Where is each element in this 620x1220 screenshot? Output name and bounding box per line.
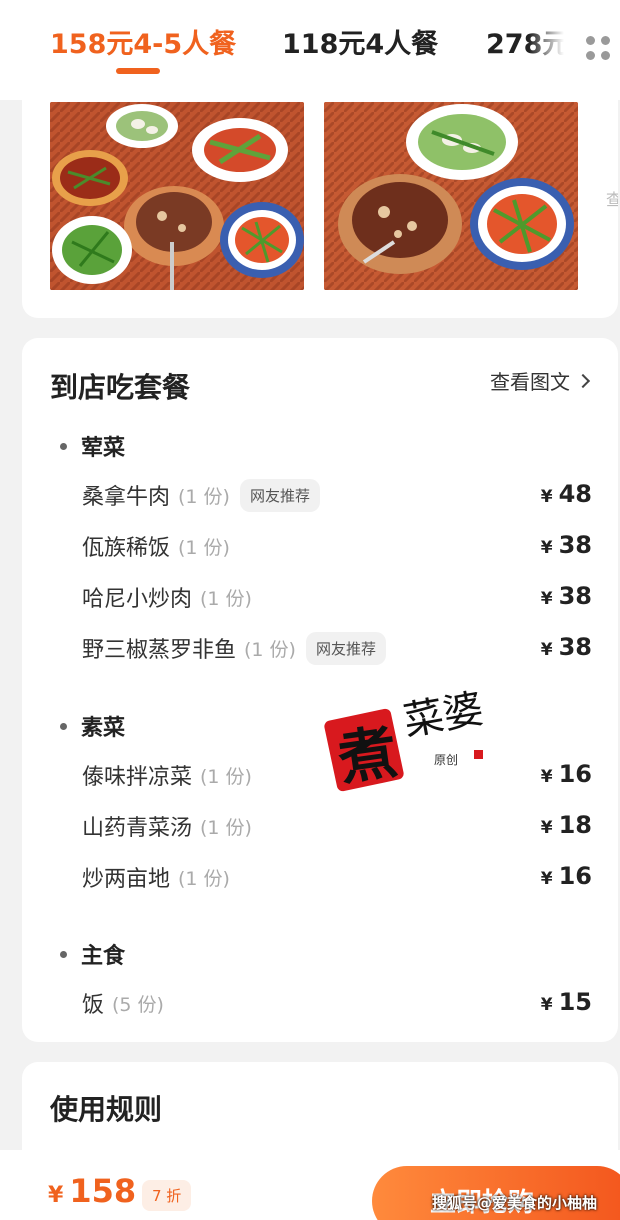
- price-value: 38: [558, 633, 592, 661]
- dish-name: 傣味拌凉菜: [82, 765, 193, 790]
- dish-qty: (1 份): [178, 867, 230, 890]
- dish-qty: (1 份): [200, 587, 252, 610]
- dish-price: ¥38: [541, 531, 592, 559]
- currency-symbol: ¥: [48, 1183, 64, 1208]
- menu-item: 桑拿牛肉 (1 份) 网友推荐 ¥48: [82, 476, 592, 514]
- dish-qty: (1 份): [178, 536, 230, 559]
- svg-text:原创: 原创: [434, 753, 458, 767]
- dish-qty: (1 份): [200, 765, 252, 788]
- more-peek-text: 查: [606, 190, 618, 209]
- section-title: 荤菜: [81, 436, 126, 461]
- chevron-right-icon: [575, 373, 591, 388]
- view-details-link[interactable]: 查看图文: [490, 366, 591, 395]
- section-staple: 主食: [60, 938, 125, 970]
- currency-symbol: ¥: [540, 538, 553, 558]
- dish-price: ¥18: [541, 811, 592, 839]
- menu-item: 饭 (5 份) ¥15: [82, 984, 592, 1022]
- bullet-dot: [60, 950, 67, 958]
- dish-price: ¥15: [541, 988, 592, 1016]
- menu-item: 佤族稀饭 (1 份) ¥38: [82, 527, 592, 565]
- recommend-badge: 网友推荐: [305, 631, 386, 665]
- menu-item: 炒两亩地 (1 份) ¥16: [82, 858, 592, 896]
- svg-text:菜婆: 菜婆: [400, 686, 487, 745]
- price-value: 48: [558, 480, 592, 508]
- price-value: 15: [558, 988, 592, 1016]
- currency-symbol: ¥: [540, 640, 553, 660]
- active-tab-indicator: [116, 68, 160, 74]
- currency-symbol: ¥: [540, 487, 553, 507]
- dish-name: 山药青菜汤: [82, 816, 193, 841]
- section-title: 主食: [81, 944, 126, 969]
- dish-name: 佤族稀饭: [82, 536, 171, 561]
- dish-qty: (5 份): [112, 993, 164, 1016]
- dish-price: ¥16: [541, 760, 592, 788]
- dish-name: 桑拿牛肉: [82, 485, 171, 510]
- currency-symbol: ¥: [540, 589, 553, 609]
- tab-118-package[interactable]: 118元4人餐: [282, 22, 438, 61]
- dish-price: ¥48: [541, 480, 592, 508]
- currency-symbol: ¥: [540, 869, 553, 889]
- currency-symbol: ¥: [540, 767, 553, 787]
- set-menu-card: 到店吃套餐 查看图文 荤菜 桑拿牛肉 (1 份) 网友推荐 ¥48 佤族稀饭 (…: [22, 338, 618, 1042]
- section-veg-dishes: 素菜: [60, 710, 125, 742]
- dish-name: 饭: [82, 993, 105, 1018]
- price-value: 16: [558, 760, 592, 788]
- package-tabs: 158元4-5人餐 118元4人餐 278元: [0, 0, 620, 100]
- bullet-dot: [60, 722, 67, 730]
- dish-price: ¥38: [541, 582, 592, 610]
- price-value: 38: [558, 531, 592, 559]
- svg-text:煮: 煮: [333, 718, 401, 794]
- package-price: ¥ 158: [48, 1172, 136, 1210]
- price-value: 18: [558, 811, 592, 839]
- watermark-text: 搜狐号@爱美食的小柚柚: [432, 1194, 598, 1212]
- menu-item: 野三椒蒸罗非鱼 (1 份) 网友推荐 ¥38: [82, 629, 592, 667]
- menu-item: 山药青菜汤 (1 份) ¥18: [82, 807, 592, 845]
- price-value: 38: [558, 582, 592, 610]
- dish-name: 野三椒蒸罗非鱼: [82, 638, 237, 663]
- dish-qty: (1 份): [244, 638, 296, 661]
- dish-qty: (1 份): [178, 485, 230, 508]
- tab-158-package[interactable]: 158元4-5人餐: [50, 22, 236, 61]
- photo-carousel: 查: [22, 88, 618, 318]
- price-value: 158: [69, 1172, 137, 1210]
- dish-qty: (1 份): [200, 816, 252, 839]
- discount-badge: 7 折: [142, 1180, 192, 1211]
- tab-278-package[interactable]: 278元: [486, 22, 564, 61]
- dish-name: 炒两亩地: [82, 867, 171, 892]
- dish-price: ¥16: [541, 862, 592, 890]
- recommend-badge: 网友推荐: [239, 478, 320, 512]
- currency-symbol: ¥: [540, 995, 553, 1015]
- dish-photo[interactable]: [50, 102, 304, 290]
- set-menu-title: 到店吃套餐: [50, 371, 191, 404]
- dish-photo[interactable]: [324, 102, 578, 290]
- section-meat-dishes: 荤菜: [60, 430, 125, 462]
- dish-price: ¥38: [541, 633, 592, 661]
- currency-symbol: ¥: [540, 818, 553, 838]
- menu-item: 哈尼小炒肉 (1 份) ¥38: [82, 578, 592, 616]
- dish-name: 哈尼小炒肉: [82, 587, 193, 612]
- bullet-dot: [60, 442, 67, 450]
- price-value: 16: [558, 862, 592, 890]
- grid-icon[interactable]: [584, 34, 614, 64]
- view-details-label: 查看图文: [490, 370, 570, 394]
- section-title: 素菜: [81, 716, 126, 741]
- usage-rules-title: 使用规则: [50, 1093, 163, 1126]
- shop-seal-logo: 煮 菜婆 原创: [324, 686, 487, 794]
